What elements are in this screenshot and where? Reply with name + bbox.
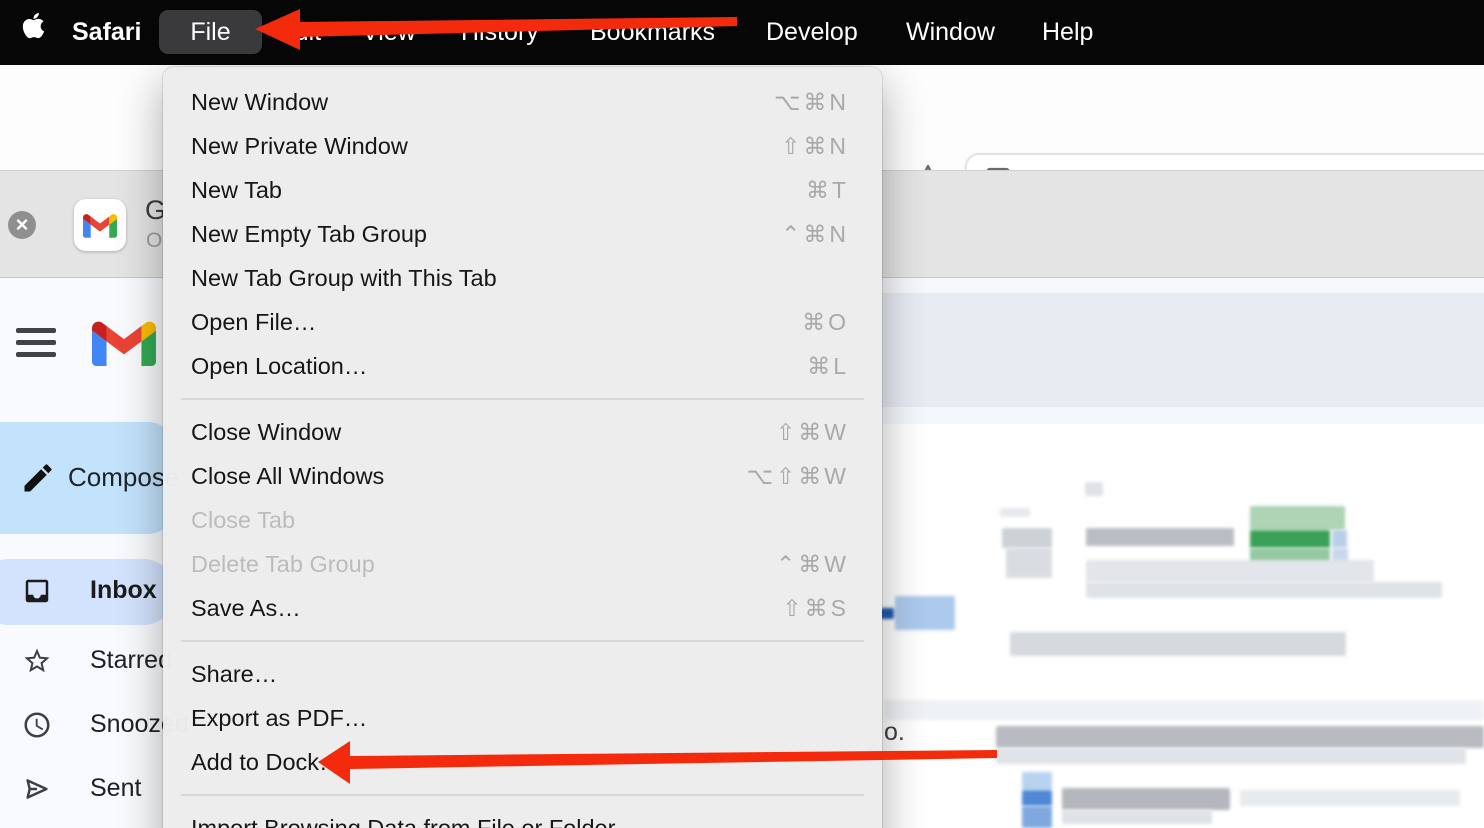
menu-item-label: Open File… [191,309,316,336]
file-menu-item-open-file[interactable]: Open File… ⌘O [163,300,882,344]
menu-item-label: New Empty Tab Group [191,221,427,248]
screenshot-stage: Compose Inbox Starred Snoozed [0,0,1484,828]
apple-logo-icon[interactable] [22,0,45,65]
menu-separator [163,784,882,806]
blurred-email-text-fragment: o. [884,718,905,747]
menubar-item-file-label: File [190,18,230,47]
blurred-content-block [1000,508,1030,517]
blurred-content-block [1010,632,1346,656]
file-menu-item-open-location[interactable]: Open Location… ⌘L [163,344,882,388]
sidebar-item-label: Inbox [90,576,157,605]
file-menu-item-close-window[interactable]: Close Window ⇧⌘W [163,410,882,454]
menu-item-label: New Tab Group with This Tab [191,265,497,292]
gmail-header-band-lower [860,407,1484,424]
blurred-content-block [1086,528,1234,546]
file-menu-item-close-all-windows[interactable]: Close All Windows ⌥⇧⌘W [163,454,882,498]
menu-item-shortcut: ⇧⌘W [776,419,849,446]
menu-item-label: Save As… [191,595,301,622]
file-menu-item-new-tab[interactable]: New Tab ⌘T [163,168,882,212]
blurred-content-block [996,726,1484,748]
blurred-content-block [895,596,955,630]
file-menu-item-new-tab-group-with-this-tab[interactable]: New Tab Group with This Tab [163,256,882,300]
menu-item-label: Close Window [191,419,341,446]
menubar-item-edit[interactable]: Edit [278,0,321,65]
menubar-item-bookmarks[interactable]: Bookmarks [590,0,715,65]
blurred-content-block [1022,772,1052,790]
file-menu-item-save-as[interactable]: Save As… ⇧⌘S [163,586,882,630]
menubar-item-develop[interactable]: Develop [766,0,858,65]
menu-item-shortcut: ⌘O [802,309,849,336]
menu-item-label: Close Tab [191,507,295,534]
blurred-content-block [1022,806,1052,828]
blurred-content-block [1022,790,1052,806]
gmail-header-band-blurred [860,293,1484,407]
menu-separator [163,388,882,410]
menu-item-label: Delete Tab Group [191,551,375,578]
file-menu-item-export-as-pdf[interactable]: Export as PDF… [163,696,882,740]
file-menu-item-share[interactable]: Share… [163,652,882,696]
menu-separator [163,630,882,652]
menubar-item-window[interactable]: Window [906,0,995,65]
menu-item-shortcut: ⌥⇧⌘W [747,463,849,490]
menu-item-label: Import Browsing Data from File or Folder [191,815,615,828]
hamburger-menu-icon[interactable] [16,328,56,364]
star-icon [22,646,52,676]
menubar-item-safari[interactable]: Safari [72,0,141,65]
menu-item-shortcut: ⇧⌘S [782,595,849,622]
file-menu-item-new-empty-tab-group[interactable]: New Empty Tab Group ⌃⌘N [163,212,882,256]
blurred-content-block [884,700,1484,720]
menu-item-label: New Tab [191,177,282,204]
blurred-content-block [1085,482,1103,496]
sidebar-item-label: Starred [90,646,172,675]
menu-item-label: Share… [191,661,277,688]
menu-item-label: Export as PDF… [191,705,367,732]
inbox-icon [22,576,52,606]
banner-subtitle-fragment: O [146,229,162,253]
blurred-content-block [1250,506,1345,530]
menu-item-shortcut: ⌃⌘W [776,551,849,578]
menu-item-shortcut: ⇧⌘N [781,133,849,160]
pencil-icon [20,460,56,496]
blurred-content-block [1086,560,1374,582]
file-menu-item-delete-tab-group[interactable]: Delete Tab Group ⌃⌘W [163,542,882,586]
macos-menu-bar: Safari File Edit View History Bookmarks … [0,0,1484,65]
file-menu-item-new-private-window[interactable]: New Private Window ⇧⌘N [163,124,882,168]
menu-item-shortcut: ⌥⌘N [774,89,849,116]
blurred-content-block [1062,788,1230,810]
menu-item-shortcut: ⌃⌘N [781,221,849,248]
file-menu-item-new-window[interactable]: New Window ⌥⌘N [163,80,882,124]
menubar-item-view[interactable]: View [362,0,416,65]
gmail-header-band [860,278,1484,293]
menu-item-label: Close All Windows [191,463,384,490]
menubar-item-history[interactable]: History [461,0,539,65]
file-menu-item-import-browsing-data-from-file-or-folder[interactable]: Import Browsing Data from File or Folder [163,806,882,828]
sidebar-item-label: Sent [90,774,141,803]
compose-button[interactable]: Compose [0,422,174,534]
menu-item-label: Open Location… [191,353,367,380]
gmail-favicon [74,199,126,251]
blurred-content-block [1240,790,1460,806]
blurred-content-block [880,608,894,619]
menubar-item-file-active[interactable]: File [159,10,262,54]
blurred-content-block [1250,530,1330,548]
blurred-content-block [1062,810,1212,824]
file-dropdown-menu: New Window ⌥⌘N New Private Window ⇧⌘N New Ta… [163,67,882,828]
blurred-content-block [996,748,1466,764]
menu-item-label: New Private Window [191,133,408,160]
file-menu-item-close-tab[interactable]: Close Tab [163,498,882,542]
menubar-item-help[interactable]: Help [1042,0,1093,65]
menu-item-shortcut: ⌘L [807,353,849,380]
blurred-content-block [1332,530,1347,548]
blurred-content-block [1086,582,1442,598]
menu-item-label: New Window [191,89,328,116]
blurred-content-block [1002,528,1052,548]
send-icon [22,774,52,804]
gmail-logo [92,318,156,371]
clock-icon [22,710,52,740]
menu-item-label: Add to Dock… [191,749,343,776]
menu-item-shortcut: ⌘T [806,177,849,204]
blurred-content-block [1006,548,1052,578]
close-banner-button[interactable]: × [8,211,36,239]
file-menu-item-add-to-dock[interactable]: Add to Dock… [163,740,882,784]
